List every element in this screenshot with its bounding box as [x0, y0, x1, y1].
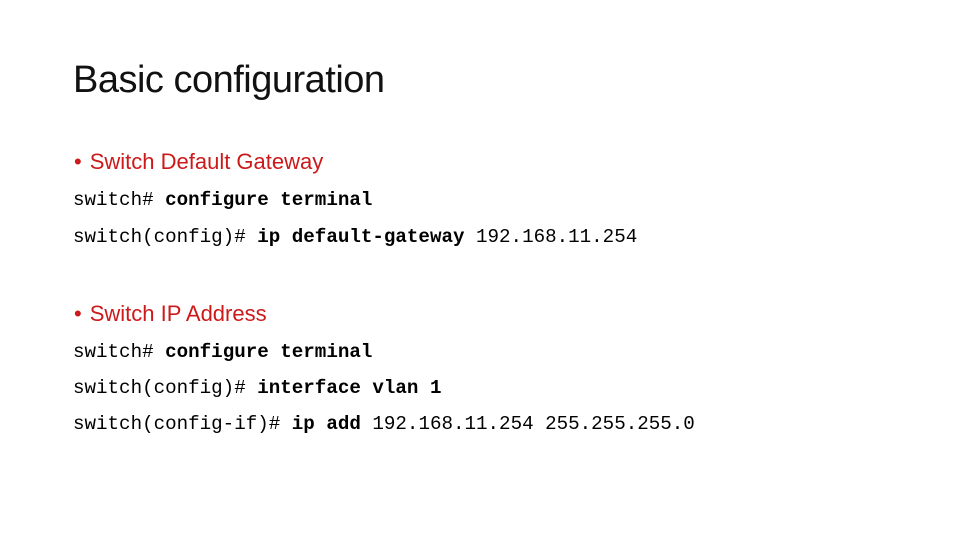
bullet-icon: • — [74, 301, 82, 326]
cli-command: ip default-gateway — [257, 226, 477, 248]
code-line: switch# configure terminal — [73, 339, 372, 365]
section-heading-default-gateway: • Switch Default Gateway — [74, 148, 323, 176]
code-line: switch(config-if)# ip add 192.168.11.254… — [73, 411, 695, 437]
cli-args: 192.168.11.254 — [476, 226, 638, 248]
section-heading-ip-address: • Switch IP Address — [74, 300, 267, 328]
cli-command: ip add — [291, 413, 373, 435]
code-line: switch(config)# ip default-gateway 192.1… — [73, 224, 637, 250]
code-line: switch(config)# interface vlan 1 — [73, 375, 441, 401]
cli-prompt: switch(config)# — [73, 377, 258, 399]
section-heading-text: Switch IP Address — [89, 301, 267, 326]
cli-prompt: switch(config)# — [73, 226, 258, 248]
code-line: switch# configure terminal — [73, 187, 372, 213]
cli-command: configure terminal — [165, 189, 373, 211]
cli-command: configure terminal — [165, 341, 373, 363]
slide-title: Basic configuration — [73, 59, 385, 101]
section-heading-text: Switch Default Gateway — [89, 149, 324, 174]
cli-prompt: switch# — [73, 341, 166, 363]
cli-prompt: switch(config-if)# — [73, 413, 292, 435]
cli-args: 192.168.11.254 255.255.255.0 — [372, 413, 695, 435]
cli-prompt: switch# — [73, 189, 166, 211]
cli-command: interface vlan 1 — [257, 377, 442, 399]
bullet-icon: • — [74, 149, 82, 174]
